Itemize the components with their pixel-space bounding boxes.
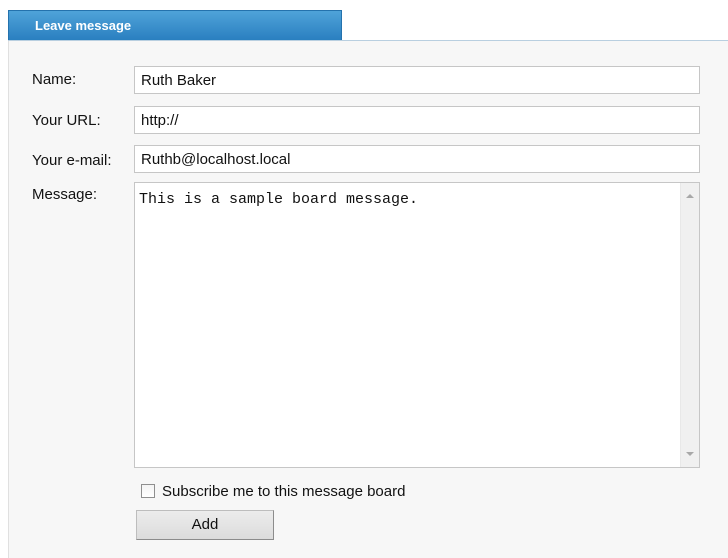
message-label: Message:: [32, 186, 98, 203]
name-field[interactable]: [134, 66, 700, 94]
leave-message-tab: Leave message: [8, 10, 342, 40]
scroll-up-arrow-icon[interactable]: [686, 194, 694, 198]
scroll-down-arrow-icon[interactable]: [686, 452, 694, 456]
add-button[interactable]: Add: [136, 510, 274, 540]
email-label: Your e-mail:: [32, 152, 112, 169]
email-field[interactable]: [134, 145, 700, 173]
message-textarea[interactable]: This is a sample board message.: [135, 183, 681, 467]
url-field[interactable]: [134, 106, 700, 134]
subscribe-checkbox[interactable]: [141, 484, 155, 498]
message-scrollbar[interactable]: [680, 183, 699, 467]
tab-title: Leave message: [35, 18, 132, 33]
message-box: This is a sample board message.: [134, 182, 700, 468]
subscribe-label[interactable]: Subscribe me to this message board: [162, 483, 405, 500]
name-label: Name:: [32, 71, 77, 88]
url-label: Your URL:: [32, 112, 101, 129]
